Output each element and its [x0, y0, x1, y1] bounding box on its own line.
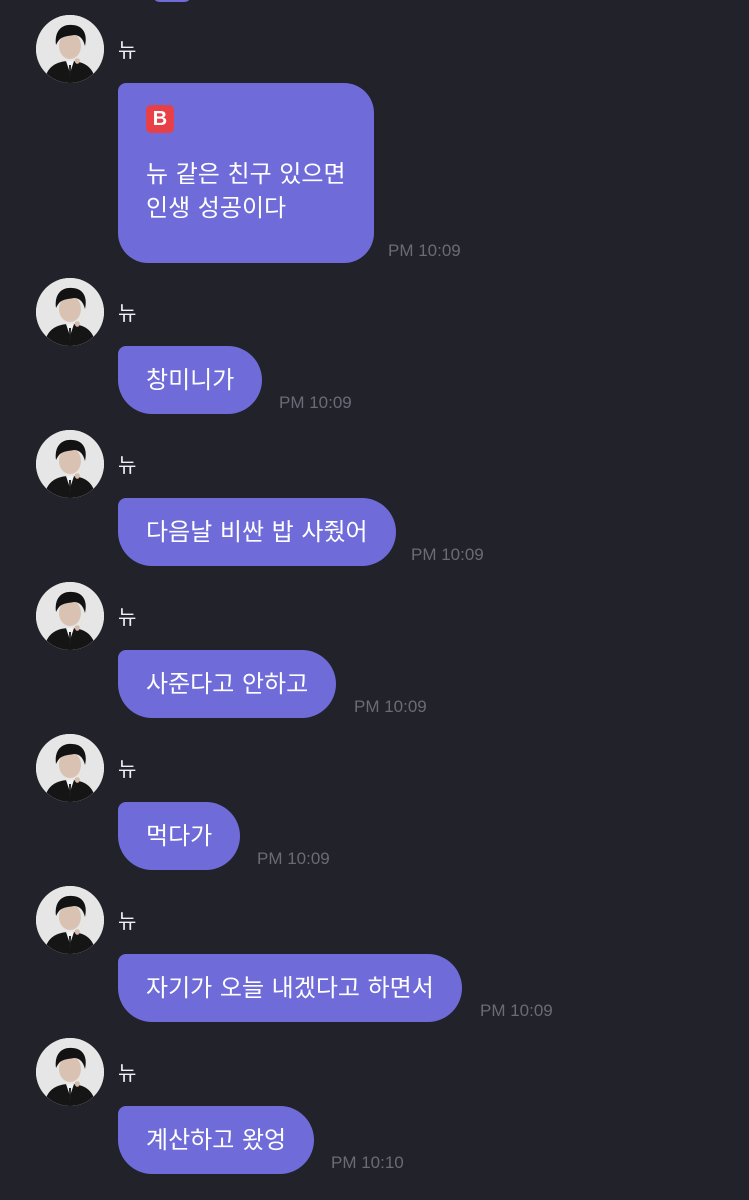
avatar[interactable]: [36, 582, 104, 650]
avatar[interactable]: [36, 15, 104, 83]
chat-message-list[interactable]: 뉴 B 뉴 같은 친구 있으면 인생 성공이다 PM 10:09 뉴 창미니가 …: [0, 0, 749, 1200]
message-timestamp: PM 10:10: [331, 1153, 404, 1172]
message-bubble[interactable]: 자기가 오늘 내겠다고 하면서: [118, 954, 462, 1022]
chat-message: 뉴 B 뉴 같은 친구 있으면 인생 성공이다 PM 10:09: [0, 15, 749, 265]
message-text: 창미니가: [146, 366, 235, 394]
message-bubble[interactable]: 사준다고 안하고: [118, 650, 337, 718]
message-timestamp: PM 10:09: [279, 393, 352, 412]
sender-name: 뉴: [118, 453, 137, 477]
message-text: 계산하고 왔엉: [146, 1126, 287, 1154]
sender-name: 뉴: [118, 757, 137, 781]
b-badge-icon: B: [146, 105, 174, 133]
message-text: 사준다고 안하고: [146, 670, 309, 698]
sender-name: 뉴: [118, 301, 137, 325]
profile-photo-icon: [36, 430, 104, 498]
message-bubble[interactable]: 계산하고 왔엉: [118, 1106, 315, 1174]
avatar[interactable]: [36, 278, 104, 346]
avatar[interactable]: [36, 886, 104, 954]
sender-name: 뉴: [118, 1061, 137, 1085]
message-bubble[interactable]: 먹다가: [118, 802, 241, 870]
avatar[interactable]: [36, 1038, 104, 1106]
avatar[interactable]: [36, 430, 104, 498]
chat-message: 뉴 자기가 오늘 내겠다고 하면서 PM 10:09: [0, 886, 749, 1026]
message-text: 뉴 같은 친구 있으면 인생 성공이다: [146, 160, 346, 222]
profile-photo-icon: [36, 582, 104, 650]
chat-message: 뉴 사준다고 안하고 PM 10:09: [0, 582, 749, 722]
chat-message: 뉴 계산하고 왔엉 PM 10:10: [0, 1038, 749, 1178]
profile-photo-icon: [36, 15, 104, 83]
message-bubble[interactable]: B 뉴 같은 친구 있으면 인생 성공이다: [118, 83, 374, 263]
chat-message: 뉴 창미니가 PM 10:09: [0, 278, 749, 418]
message-timestamp: PM 10:09: [411, 545, 484, 564]
message-bubble[interactable]: 창미니가: [118, 346, 263, 414]
sender-name: 뉴: [118, 38, 137, 62]
message-timestamp: PM 10:09: [388, 241, 461, 260]
message-timestamp: PM 10:09: [354, 697, 427, 716]
message-timestamp: PM 10:09: [257, 849, 330, 868]
chat-message: 뉴 다음날 비싼 밥 사줬어 PM 10:09: [0, 430, 749, 570]
sender-name: 뉴: [118, 605, 137, 629]
message-bubble[interactable]: 다음날 비싼 밥 사줬어: [118, 498, 396, 566]
message-text: 자기가 오늘 내겠다고 하면서: [146, 974, 434, 1002]
avatar[interactable]: [36, 734, 104, 802]
profile-photo-icon: [36, 886, 104, 954]
message-timestamp: PM 10:09: [480, 1001, 553, 1020]
message-text: 먹다가: [146, 822, 213, 850]
sender-name: 뉴: [118, 909, 137, 933]
profile-photo-icon: [36, 278, 104, 346]
profile-photo-icon: [36, 1038, 104, 1106]
profile-photo-icon: [36, 734, 104, 802]
message-text: 다음날 비싼 밥 사줬어: [146, 518, 368, 546]
chat-message: 뉴 먹다가 PM 10:09: [0, 734, 749, 874]
